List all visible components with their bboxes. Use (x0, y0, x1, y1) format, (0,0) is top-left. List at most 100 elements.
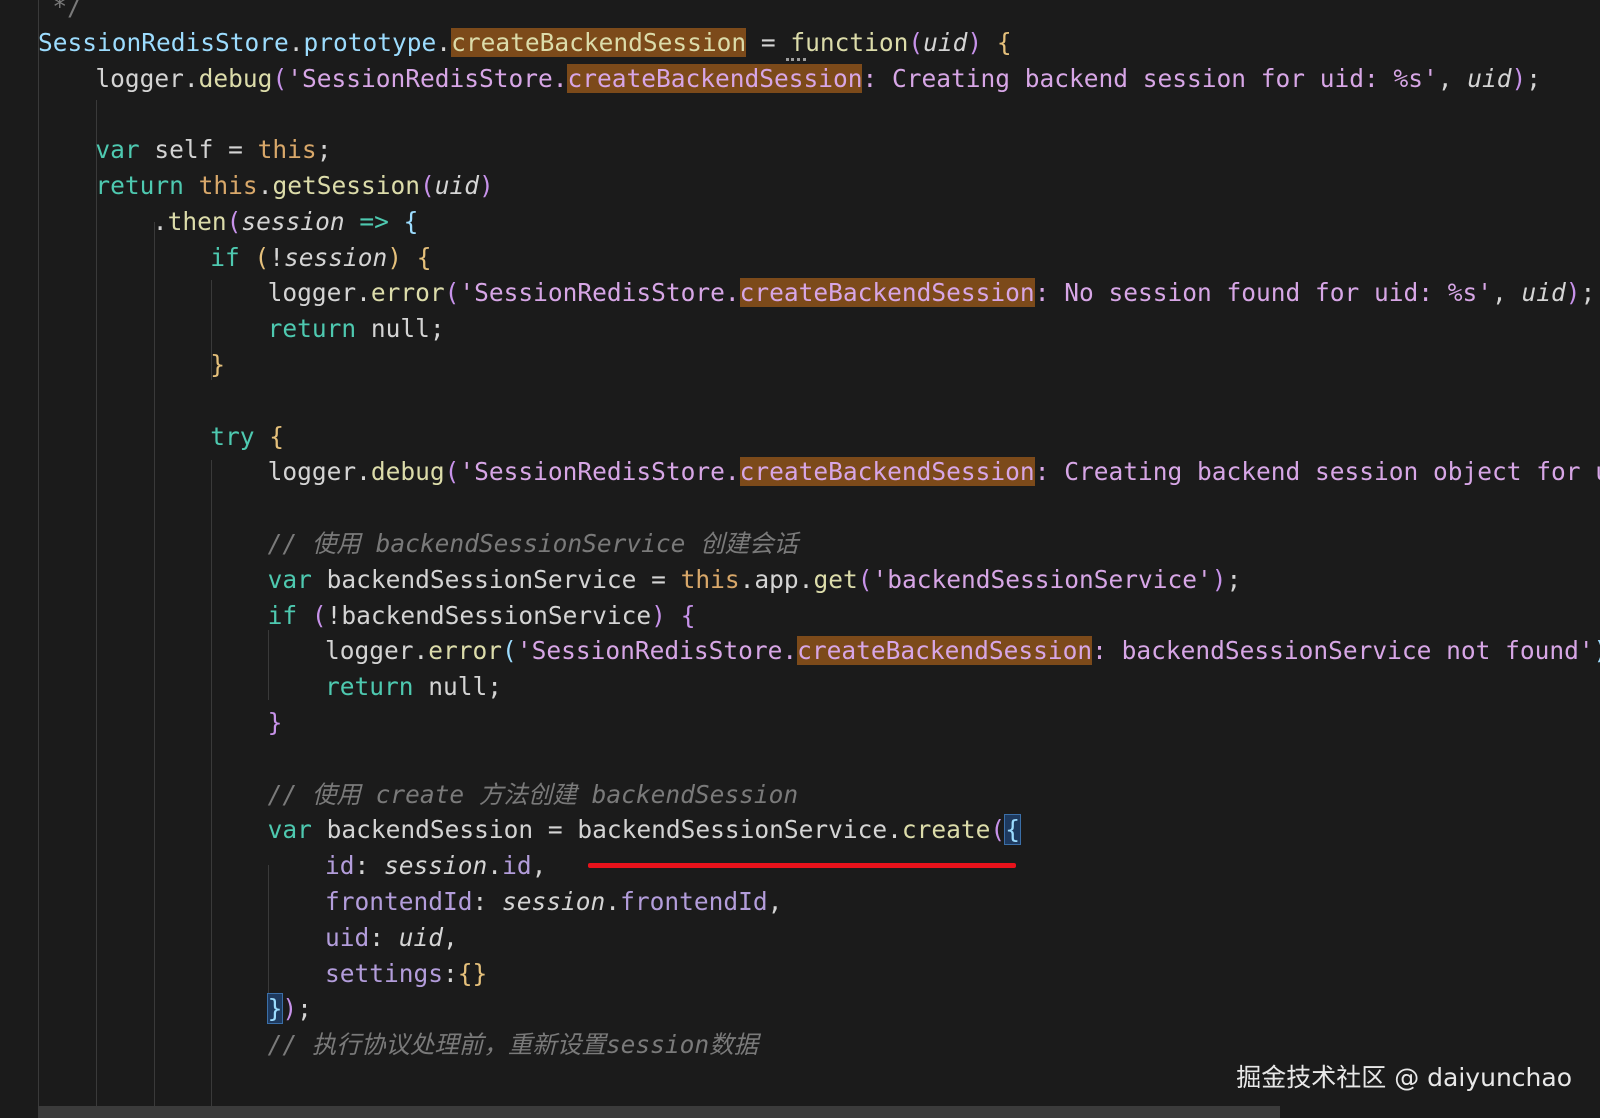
code-line[interactable]: // 使用 backendSessionService 创建会话 (268, 526, 799, 562)
code-line[interactable]: uid: uid, (325, 920, 458, 956)
code-token: this (198, 171, 258, 200)
code-token: ) (967, 27, 983, 57)
code-line[interactable]: logger.error('SessionRedisStore.createBa… (268, 275, 1595, 311)
search-match-token: createBackendSession (797, 636, 1093, 666)
code-token: : Creating backend session for uid: %s' (862, 63, 1438, 93)
code-line[interactable]: // 执行协议处理前，重新设置session数据 (268, 1027, 759, 1063)
code-token: backendSessionService = (311, 564, 681, 594)
search-match-token: createBackendSession (739, 457, 1035, 487)
code-token: // 执行协议处理前，重新设置session数据 (267, 1030, 759, 1060)
code-token: : No session found for uid: %s' (1034, 278, 1492, 308)
code-token: : Creating backend session object for u (1034, 457, 1600, 487)
code-token: . (152, 206, 168, 236)
code-token: session (502, 887, 606, 916)
code-token: {} (457, 958, 488, 988)
indent-guide (38, 0, 39, 1118)
code-token: uid (923, 27, 968, 57)
code-line[interactable]: return null; (268, 311, 445, 347)
code-token: id (502, 851, 532, 881)
horizontal-scrollbar[interactable] (38, 1106, 1280, 1118)
code-token: ; (297, 994, 312, 1024)
code-line[interactable]: var backendSessionService = this.app.get… (268, 562, 1242, 598)
code-token: // 使用 create 方法创建 backendSession (267, 779, 799, 809)
code-token: } (267, 708, 283, 737)
indent-guide (268, 630, 269, 700)
code-token: this (680, 564, 740, 594)
code-line[interactable]: if (!backendSessionService) { (268, 598, 696, 634)
code-line[interactable]: */ (52, 0, 82, 25)
code-token: ) (651, 600, 666, 630)
code-token: = (746, 27, 791, 57)
code-token: uid (325, 922, 370, 952)
code-token: . (257, 171, 273, 200)
code-line[interactable]: logger.debug('SessionRedisStore.createBa… (95, 61, 1541, 97)
code-line[interactable]: frontendId: session.frontendId, (325, 884, 782, 920)
code-token: , (1491, 278, 1522, 308)
code-token: uid (398, 922, 444, 952)
red-annotation-underline (588, 863, 1016, 868)
code-token: logger (325, 636, 414, 666)
code-line[interactable]: logger.error('SessionRedisStore.createBa… (325, 633, 1600, 669)
code-token: : backendSessionService not found' (1092, 636, 1594, 666)
code-token: ( (419, 171, 435, 200)
code-token: . (798, 564, 814, 594)
code-line[interactable]: // 使用 create 方法创建 backendSession (268, 777, 799, 813)
code-token: return (95, 171, 184, 200)
indent-guide (211, 460, 212, 1118)
code-line[interactable]: return null; (325, 669, 502, 705)
code-line[interactable]: } (268, 705, 283, 741)
code-token: settings (325, 958, 444, 988)
code-line[interactable]: if (!session) { (210, 240, 431, 276)
code-token: { (403, 206, 419, 236)
code-line[interactable]: logger.debug('SessionRedisStore.createBa… (268, 454, 1600, 490)
code-token: get (813, 564, 858, 594)
code-token: 'SessionRedisStore. (287, 63, 568, 93)
code-token: ( (990, 815, 1006, 845)
code-line[interactable]: var backendSession = backendSessionServi… (268, 812, 1021, 848)
code-line[interactable]: SessionRedisStore.prototype.createBacken… (38, 25, 1012, 61)
code-token: SessionRedisStore (38, 27, 289, 57)
code-line[interactable]: id: session.id, (325, 848, 546, 884)
code-line[interactable]: .then(session => { (153, 204, 419, 240)
code-token: ) (1594, 636, 1600, 665)
code-token: ) (479, 171, 494, 200)
code-token: : (369, 922, 399, 952)
code-line[interactable]: } (210, 347, 225, 383)
code-token: id (325, 851, 355, 881)
code-token: { (1004, 814, 1021, 846)
code-editor[interactable]: */SessionRedisStore.prototype.createBack… (0, 0, 1600, 1118)
code-token: uid (1467, 63, 1512, 93)
code-token: error (428, 636, 503, 666)
code-token: self = (139, 135, 258, 165)
code-token: var (95, 135, 140, 165)
code-line[interactable]: }); (266, 991, 312, 1027)
code-line[interactable]: var self = this; (95, 132, 331, 168)
code-token: . (413, 636, 429, 666)
code-token: 'backendSessionService' (872, 564, 1212, 594)
code-token: . (605, 887, 621, 916)
code-token: getSession (272, 171, 420, 200)
code-token: null; (413, 672, 503, 702)
code-token: . (436, 27, 452, 57)
code-token: ( (908, 27, 924, 57)
code-line[interactable]: settings:{} (325, 956, 487, 992)
code-line[interactable]: return this.getSession(uid) (95, 168, 493, 204)
code-token: { (996, 27, 1012, 57)
code-token: this (257, 135, 317, 165)
code-token: : (472, 887, 503, 916)
code-token: ( (444, 457, 460, 487)
code-token: debug (370, 457, 445, 487)
code-token: logger (267, 457, 357, 487)
code-line[interactable]: try { (210, 419, 284, 455)
code-token: ( (444, 278, 460, 308)
code-token: if (267, 600, 298, 630)
indent-guide (154, 222, 155, 1118)
code-token: app (754, 564, 799, 594)
code-token: error (370, 278, 445, 308)
code-token: ; (1526, 63, 1542, 93)
code-token: ( (254, 242, 270, 272)
